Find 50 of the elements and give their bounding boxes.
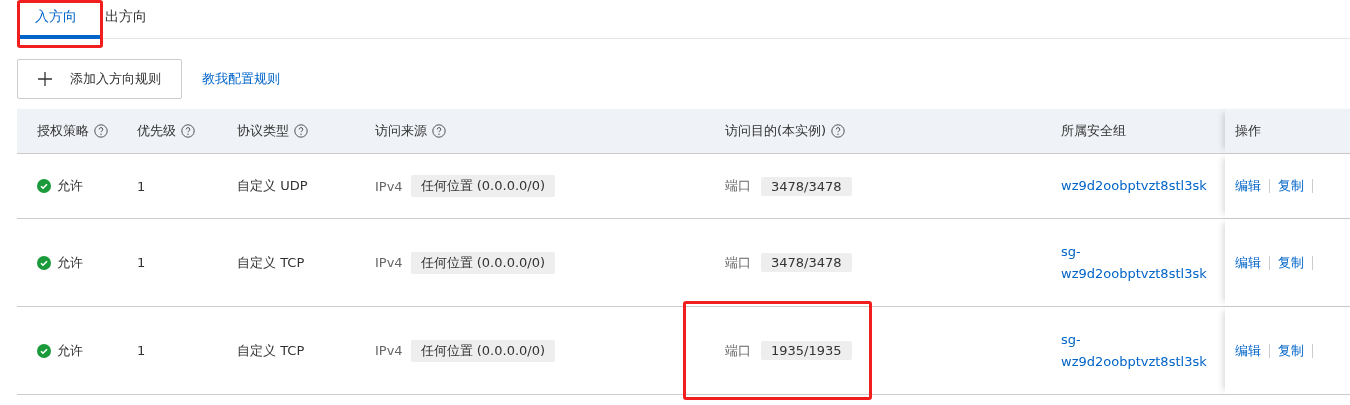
source-tag: 任何位置 (0.0.0.0/0) bbox=[410, 339, 556, 362]
check-circle-icon bbox=[37, 343, 51, 358]
port-label: 端口 bbox=[725, 253, 751, 272]
port-tag: 1935/1935 bbox=[761, 341, 852, 360]
plus-icon bbox=[38, 72, 52, 86]
ip-version: IPv4 bbox=[375, 343, 403, 358]
help-icon[interactable] bbox=[294, 124, 308, 138]
port-tag: 3478/3478 bbox=[761, 176, 852, 196]
check-circle-icon bbox=[37, 255, 51, 270]
table-cell: 允许 bbox=[57, 341, 83, 360]
column-header: 协议类型 bbox=[237, 122, 289, 140]
table-cell: 1 bbox=[137, 178, 146, 194]
table-cell: 自定义 TCP bbox=[237, 253, 305, 272]
column-header: 访问目的(本实例) bbox=[725, 122, 827, 140]
add-rule-button[interactable]: 添加入方向规则 bbox=[17, 59, 182, 99]
table-cell: 允许 bbox=[57, 177, 83, 195]
help-icon[interactable] bbox=[94, 124, 108, 138]
action-link[interactable]: 复制 bbox=[1278, 253, 1304, 272]
action-link[interactable]: 编辑 bbox=[1235, 253, 1261, 272]
table-cell: 自定义 UDP bbox=[237, 177, 308, 195]
security-group-link[interactable]: sg- wz9d2oobptvzt8stl3sk bbox=[1061, 328, 1207, 373]
port-label: 端口 bbox=[725, 341, 751, 360]
table-cell: 1 bbox=[137, 343, 146, 358]
table-cell: 自定义 TCP bbox=[237, 341, 305, 360]
column-header: 授权策略 bbox=[37, 122, 89, 140]
help-icon[interactable] bbox=[432, 124, 446, 138]
security-group-link[interactable]: sg- wz9d2oobptvzt8stl3sk bbox=[1061, 240, 1207, 285]
ip-version: IPv4 bbox=[375, 255, 403, 270]
column-header: 优先级 bbox=[137, 122, 176, 140]
source-tag: 任何位置 (0.0.0.0/0) bbox=[410, 251, 556, 274]
column-header: 操作 bbox=[1235, 122, 1261, 140]
table-cell: 允许 bbox=[57, 253, 83, 272]
action-link[interactable]: 编辑 bbox=[1235, 177, 1261, 195]
action-link[interactable]: 复制 bbox=[1278, 177, 1304, 195]
security-group-link[interactable]: wz9d2oobptvzt8stl3sk bbox=[1061, 175, 1207, 197]
action-link[interactable]: 复制 bbox=[1278, 341, 1304, 360]
port-tag: 3478/3478 bbox=[761, 253, 852, 272]
help-link[interactable]: 教我配置规则 bbox=[202, 70, 280, 88]
source-tag: 任何位置 (0.0.0.0/0) bbox=[410, 175, 556, 197]
table-cell: 1 bbox=[137, 255, 146, 270]
column-header: 所属安全组 bbox=[1061, 122, 1126, 140]
check-circle-icon bbox=[37, 179, 51, 193]
tab[interactable]: 出方向 bbox=[101, 0, 161, 39]
help-icon[interactable] bbox=[831, 124, 846, 138]
action-link[interactable]: 编辑 bbox=[1235, 341, 1261, 360]
tab[interactable]: 入方向 bbox=[17, 0, 101, 39]
column-header: 访问来源 bbox=[375, 122, 427, 140]
ip-version: IPv4 bbox=[375, 178, 403, 194]
port-label: 端口 bbox=[725, 177, 751, 195]
help-icon[interactable] bbox=[181, 124, 195, 138]
